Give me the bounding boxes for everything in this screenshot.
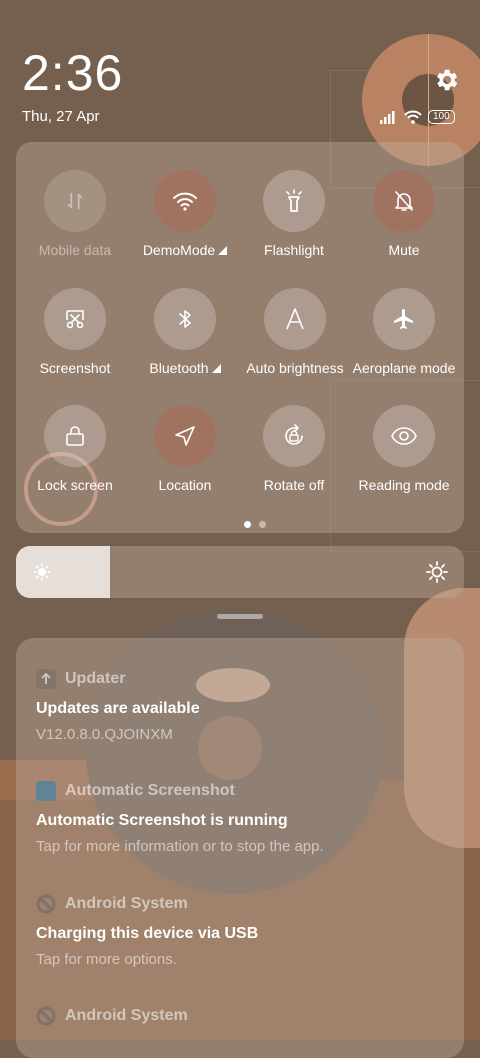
page-indicator	[244, 521, 266, 528]
notification-body: Tap for more information or to stop the …	[36, 838, 324, 855]
android-system-icon	[36, 894, 56, 914]
notification-app-name: Android System	[65, 1007, 188, 1024]
mobile-data-icon	[67, 192, 83, 210]
tile-label: Screenshot	[39, 360, 111, 376]
flashlight-toggle[interactable]	[263, 170, 325, 232]
tile-label: Mute	[388, 242, 420, 258]
aeroplane-toggle[interactable]	[373, 288, 435, 350]
location-arrow-icon	[175, 426, 195, 446]
notification-title: Automatic Screenshot is running	[36, 812, 288, 829]
lock-icon	[66, 426, 84, 446]
tile-label: Lock screen	[37, 477, 113, 493]
quick-settings-panel: Mobile data DemoMode Flashlight Mute Scr…	[16, 142, 464, 533]
brightness-low-icon	[33, 563, 51, 581]
letter-a-icon	[286, 308, 304, 330]
android-system-icon	[36, 1006, 56, 1026]
mute-toggle[interactable]	[373, 170, 435, 232]
tile-label: DemoMode	[142, 242, 216, 258]
notification-app-name: Automatic Screenshot	[65, 782, 235, 799]
tile-label: Flashlight	[264, 242, 324, 258]
notification-title: Updates are available	[36, 700, 200, 717]
tile-label: Rotate off	[263, 477, 325, 493]
tile-screenshot[interactable]: Screenshot	[20, 288, 130, 376]
scissors-icon	[66, 310, 84, 329]
notification-android-system-usb[interactable]: Android System Charging this device via …	[36, 893, 444, 968]
flashlight-icon	[286, 189, 302, 212]
notification-app-name: Android System	[65, 895, 188, 912]
status-icons: 100	[380, 108, 455, 126]
auto-brightness-toggle[interactable]	[264, 288, 326, 350]
clock[interactable]: 2:36	[22, 44, 123, 102]
tile-demomode[interactable]: DemoMode	[130, 170, 240, 258]
mobile-data-toggle[interactable]	[44, 170, 106, 232]
brightness-fill[interactable]	[16, 546, 111, 598]
eye-icon	[391, 427, 417, 445]
notification-updater[interactable]: Updater Updates are available V12.0.8.0.…	[36, 668, 444, 743]
tile-label: Bluetooth	[149, 360, 209, 376]
tile-bluetooth[interactable]: Bluetooth	[130, 288, 240, 376]
tile-auto-brightness[interactable]: Auto brightness	[239, 288, 351, 376]
notification-automatic-screenshot[interactable]: Automatic Screenshot Automatic Screensho…	[36, 780, 444, 855]
brightness-slider[interactable]	[16, 546, 464, 598]
tile-flashlight[interactable]: Flashlight	[239, 170, 349, 258]
tile-label: Auto brightness	[246, 360, 344, 376]
page-dot	[259, 521, 266, 528]
notification-title: Charging this device via USB	[36, 925, 259, 942]
tile-aeroplane-mode[interactable]: Aeroplane mode	[349, 288, 459, 376]
brightness-high-icon	[426, 561, 448, 583]
tile-mute[interactable]: Mute	[349, 170, 459, 258]
tile-label: Reading mode	[358, 477, 450, 493]
reading-mode-toggle[interactable]	[373, 405, 435, 467]
wifi-icon	[404, 110, 422, 124]
bell-off-icon	[395, 191, 413, 211]
bluetooth-toggle[interactable]	[154, 288, 216, 350]
signal-icon	[380, 111, 395, 124]
notification-body: V12.0.8.0.QJOINXM	[36, 726, 173, 743]
date[interactable]: Thu, 27 Apr	[22, 108, 100, 125]
tile-label: Mobile data	[38, 242, 112, 258]
updater-app-icon	[36, 669, 56, 689]
wifi-toggle[interactable]	[154, 170, 216, 232]
drag-handle[interactable]	[217, 614, 263, 619]
notification-body: Tap for more options.	[36, 951, 177, 968]
wifi-icon	[173, 192, 197, 211]
notification-list: Updater Updates are available V12.0.8.0.…	[16, 638, 464, 1058]
rotate-toggle[interactable]	[263, 405, 325, 467]
screenshot-toggle[interactable]	[44, 288, 106, 350]
airplane-icon	[394, 309, 413, 329]
expand-triangle-icon	[211, 364, 221, 373]
tile-reading-mode[interactable]: Reading mode	[349, 405, 459, 493]
lock-screen-toggle[interactable]	[44, 405, 106, 467]
gear-icon[interactable]	[432, 66, 460, 94]
rotate-lock-icon	[285, 424, 303, 445]
screenshot-app-icon	[36, 781, 56, 801]
expand-triangle-icon	[218, 246, 228, 255]
tile-lock-screen[interactable]: Lock screen	[20, 405, 130, 493]
page-dot-active	[244, 521, 251, 528]
battery-icon: 100	[428, 110, 455, 124]
tile-location[interactable]: Location	[130, 405, 240, 493]
bluetooth-icon	[179, 310, 191, 328]
tile-label: Location	[158, 477, 212, 493]
location-toggle[interactable]	[154, 405, 216, 467]
tile-rotate-off[interactable]: Rotate off	[239, 405, 349, 493]
tile-mobile-data[interactable]: Mobile data	[20, 170, 130, 258]
notification-android-system[interactable]: Android System	[36, 1005, 444, 1027]
notification-app-name: Updater	[65, 670, 126, 687]
battery-level: 100	[433, 111, 450, 122]
tile-label: Aeroplane mode	[352, 360, 456, 376]
